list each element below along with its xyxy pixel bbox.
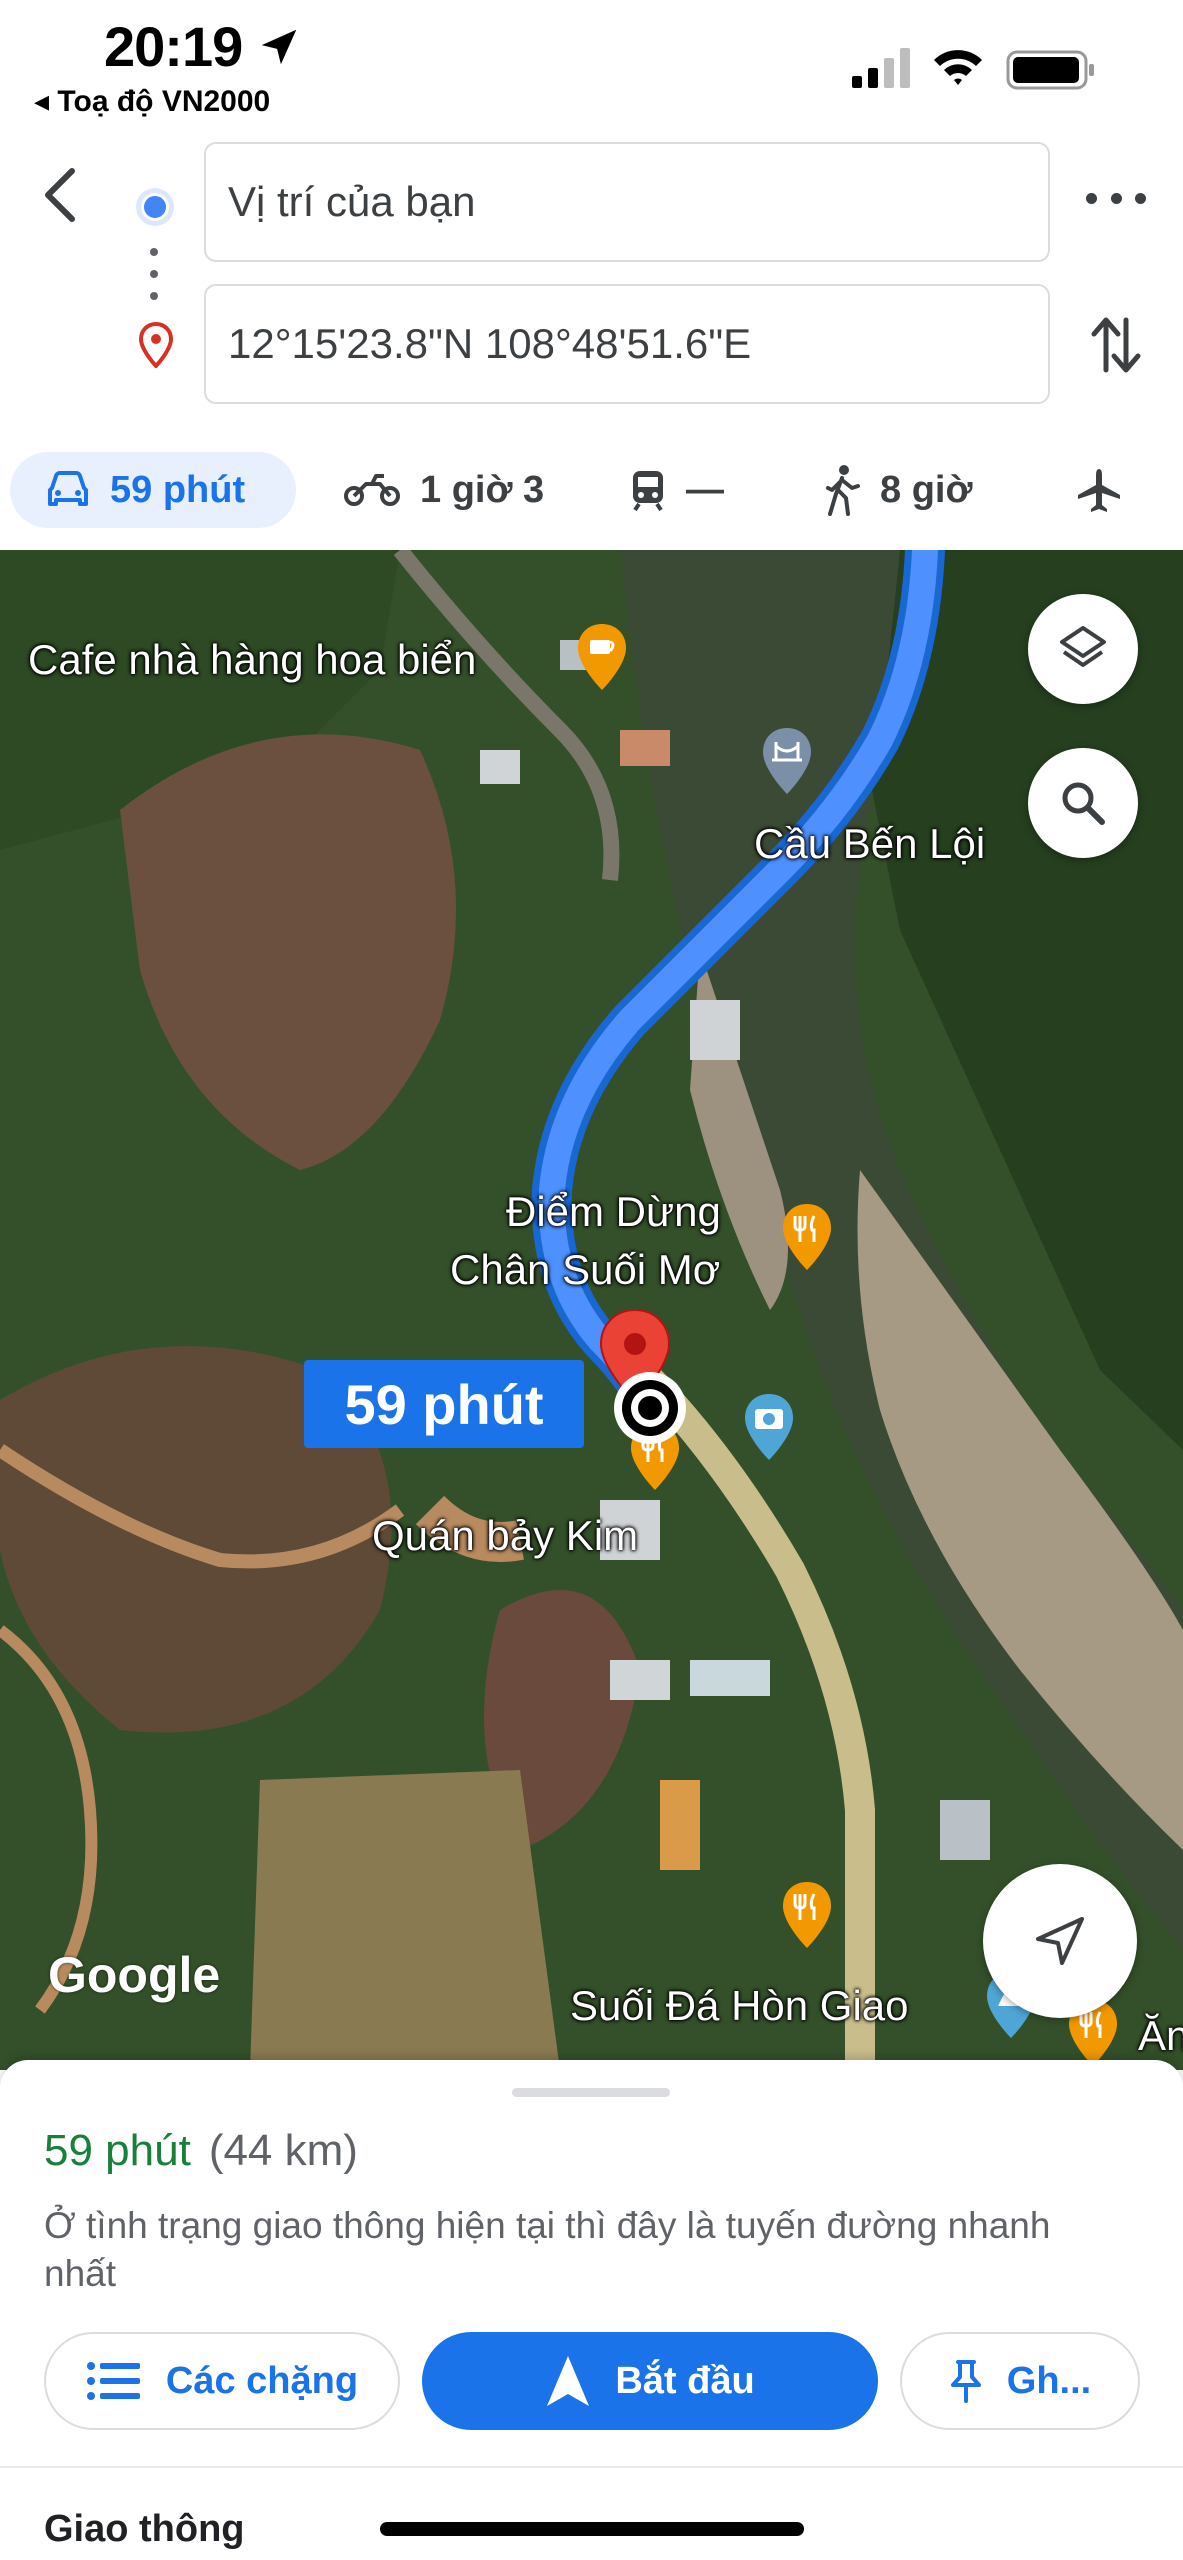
pin-button-label: Gh... xyxy=(1006,2359,1092,2402)
origin-input[interactable]: Vị trí của bạn xyxy=(204,142,1050,262)
navigation-arrow-icon xyxy=(1036,1917,1084,1965)
wifi-icon xyxy=(934,50,982,85)
map-view[interactable]: 59 phút Cafe nhà hàng hoa biển Cầu Bến L… xyxy=(0,550,1183,2070)
layers-button[interactable] xyxy=(1028,594,1138,704)
layers-icon xyxy=(1060,626,1106,667)
route-details-sheet: 59 phút (44 km) Ở tình trạng giao thông h… xyxy=(0,2060,1183,2560)
restaurant-poi-icon[interactable] xyxy=(780,1202,834,1272)
directions-panel: Vị trí của bạn 12°15'23.8"N 108°48'51.6"… xyxy=(0,130,1183,430)
start-button-label: Bắt đầu xyxy=(615,2359,755,2402)
poi-label-stop-line2[interactable]: Chân Suối Mơ xyxy=(450,1246,720,1294)
sheet-divider xyxy=(0,2466,1183,2468)
tab-drive[interactable]: 59 phút xyxy=(10,452,296,528)
cellular-signal-icon xyxy=(852,48,910,88)
car-icon xyxy=(48,471,88,506)
steps-button-label: Các chặng xyxy=(165,2359,359,2402)
poi-label-bridge[interactable]: Cầu Bến Lội xyxy=(754,820,985,868)
navigation-icon xyxy=(547,2356,590,2406)
bridge-poi-icon[interactable] xyxy=(760,726,814,796)
motorbike-icon xyxy=(344,474,400,506)
tab-motorbike-label: 1 giờ 3 xyxy=(420,468,545,511)
search-icon xyxy=(1062,782,1105,825)
search-along-route-button[interactable] xyxy=(1028,748,1138,858)
google-logo: Google xyxy=(48,1947,221,2003)
route-note: Ở tình trạng giao thông hiện tại thì đây… xyxy=(44,2205,1051,2294)
destination-pin-icon xyxy=(138,322,174,368)
tab-walk[interactable]: 8 giờ xyxy=(824,452,972,528)
destination-input[interactable]: 12°15'23.8"N 108°48'51.6"E xyxy=(204,284,1050,404)
tab-walk-label: 8 giờ xyxy=(880,468,973,511)
battery-icon xyxy=(1006,50,1094,90)
route-dots-icon xyxy=(150,248,160,304)
route-summary: 59 phút (44 km) xyxy=(44,2126,358,2176)
back-button[interactable] xyxy=(30,160,90,230)
train-icon xyxy=(633,471,663,512)
tab-transit[interactable]: — xyxy=(630,452,724,528)
poi-label-cut-off[interactable]: Ăn xyxy=(1138,2012,1183,2060)
route-eta-label[interactable]: 59 phút xyxy=(304,1360,584,1448)
steps-button[interactable]: Các chặng xyxy=(44,2332,400,2430)
chevron-left-icon xyxy=(45,168,75,222)
location-arrow-icon xyxy=(261,29,297,65)
travel-mode-tabs: 59 phút 1 giờ 3 — 8 giờ xyxy=(0,440,1183,550)
restaurant-poi-icon[interactable] xyxy=(780,1880,834,1950)
walking-icon xyxy=(826,465,860,516)
route-distance: (44 km) xyxy=(208,2126,358,2175)
photo-poi-icon[interactable] xyxy=(742,1392,796,1462)
origin-location-icon xyxy=(136,188,174,226)
swap-directions-icon[interactable] xyxy=(1086,310,1146,380)
pin-button[interactable]: Gh... xyxy=(900,2332,1140,2430)
tab-flight[interactable] xyxy=(1076,452,1142,528)
poi-label-stop-line1[interactable]: Điểm Dừng xyxy=(506,1188,721,1236)
tab-drive-label: 59 phút xyxy=(110,468,246,511)
satellite-imagery xyxy=(0,550,1183,2070)
tab-motorbike[interactable]: 1 giờ 3 xyxy=(344,452,544,528)
origin-target-icon xyxy=(614,1372,686,1444)
traffic-section-title: Giao thông xyxy=(44,2508,245,2550)
sheet-drag-handle[interactable] xyxy=(512,2088,670,2097)
status-bar: 20:19 ◂ Toạ độ VN2000 xyxy=(0,0,1183,130)
status-time: 20:19 xyxy=(104,15,243,78)
back-to-app-link[interactable]: ◂ Toạ độ VN2000 xyxy=(34,84,270,119)
route-duration: 59 phút xyxy=(44,2126,191,2175)
tab-transit-label: — xyxy=(686,468,724,511)
poi-label-quan-bay[interactable]: Quán bảy Kim xyxy=(372,1512,638,1560)
more-options-button[interactable] xyxy=(1086,178,1146,218)
poi-label-suoi-da[interactable]: Suối Đá Hòn Giao xyxy=(570,1982,909,2030)
home-indicator[interactable] xyxy=(380,2522,804,2536)
cafe-poi-icon[interactable] xyxy=(575,622,629,692)
recenter-button[interactable] xyxy=(983,1864,1137,2018)
airplane-icon xyxy=(1078,469,1120,512)
pin-icon xyxy=(950,2360,981,2403)
start-navigation-button[interactable]: Bắt đầu xyxy=(422,2332,878,2430)
poi-label-cafe[interactable]: Cafe nhà hàng hoa biển xyxy=(28,636,476,684)
list-icon xyxy=(86,2362,140,2400)
